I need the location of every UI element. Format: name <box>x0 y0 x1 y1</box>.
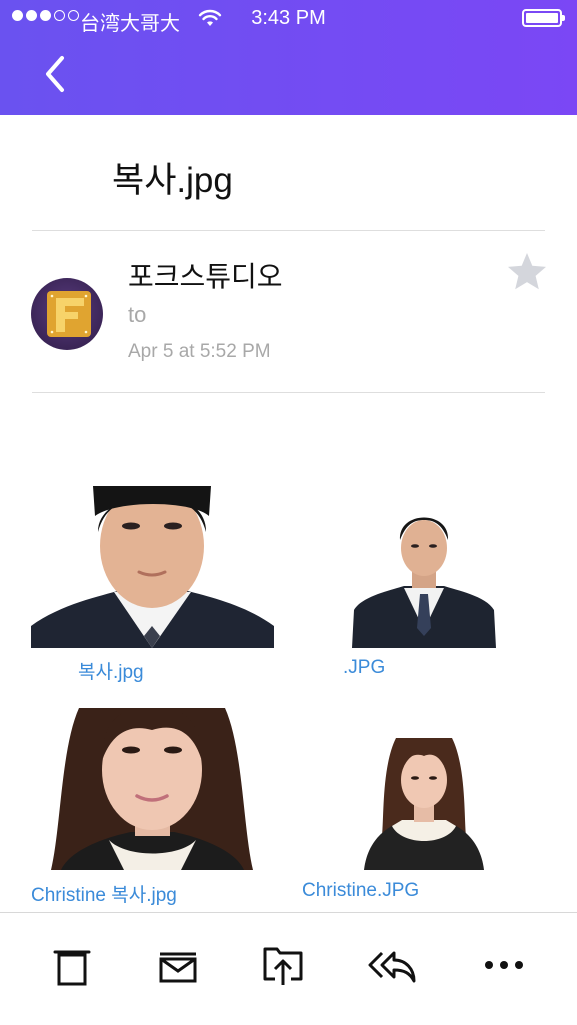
attachment-filename[interactable]: Christine 복사.jpg <box>31 880 177 907</box>
archive-icon[interactable] <box>156 943 200 987</box>
status-time: 3:43 PM <box>251 7 326 29</box>
status-bar: 台湾大哥大 3:43 PM <box>0 0 577 38</box>
back-chevron-icon[interactable] <box>36 52 76 96</box>
avatar-letter-f-icon <box>47 291 91 337</box>
portrait-image <box>362 736 486 870</box>
star-icon[interactable] <box>505 250 549 294</box>
sender-name: 포크스튜디오 <box>128 261 283 292</box>
attachment-filename[interactable]: .JPG <box>343 657 385 679</box>
sender-avatar[interactable] <box>31 278 103 350</box>
trash-icon[interactable] <box>50 943 94 987</box>
divider <box>32 392 545 393</box>
app-header: 台湾大哥大 3:43 PM <box>0 0 577 115</box>
divider <box>32 230 545 231</box>
attachment-filename[interactable]: 복사.jpg <box>78 657 144 684</box>
bottom-toolbar <box>0 912 577 1025</box>
portrait-image <box>31 486 274 648</box>
attachment-thumbnail[interactable] <box>352 510 496 648</box>
attachment-thumbnail[interactable] <box>31 486 274 648</box>
recipient-line: to <box>128 302 147 327</box>
portrait-image <box>31 708 274 870</box>
more-icon[interactable] <box>482 943 526 987</box>
battery-icon <box>522 9 565 27</box>
portrait-image <box>352 510 496 648</box>
attachment-thumbnail[interactable] <box>362 736 486 870</box>
attachment-filename[interactable]: Christine.JPG <box>302 880 419 902</box>
attachment-thumbnail[interactable] <box>31 708 274 870</box>
email-date: Apr 5 at 5:52 PM <box>128 341 271 362</box>
move-to-folder-icon[interactable] <box>261 943 305 987</box>
email-subject: 복사.jpg <box>112 161 233 200</box>
reply-all-icon[interactable] <box>366 943 418 987</box>
